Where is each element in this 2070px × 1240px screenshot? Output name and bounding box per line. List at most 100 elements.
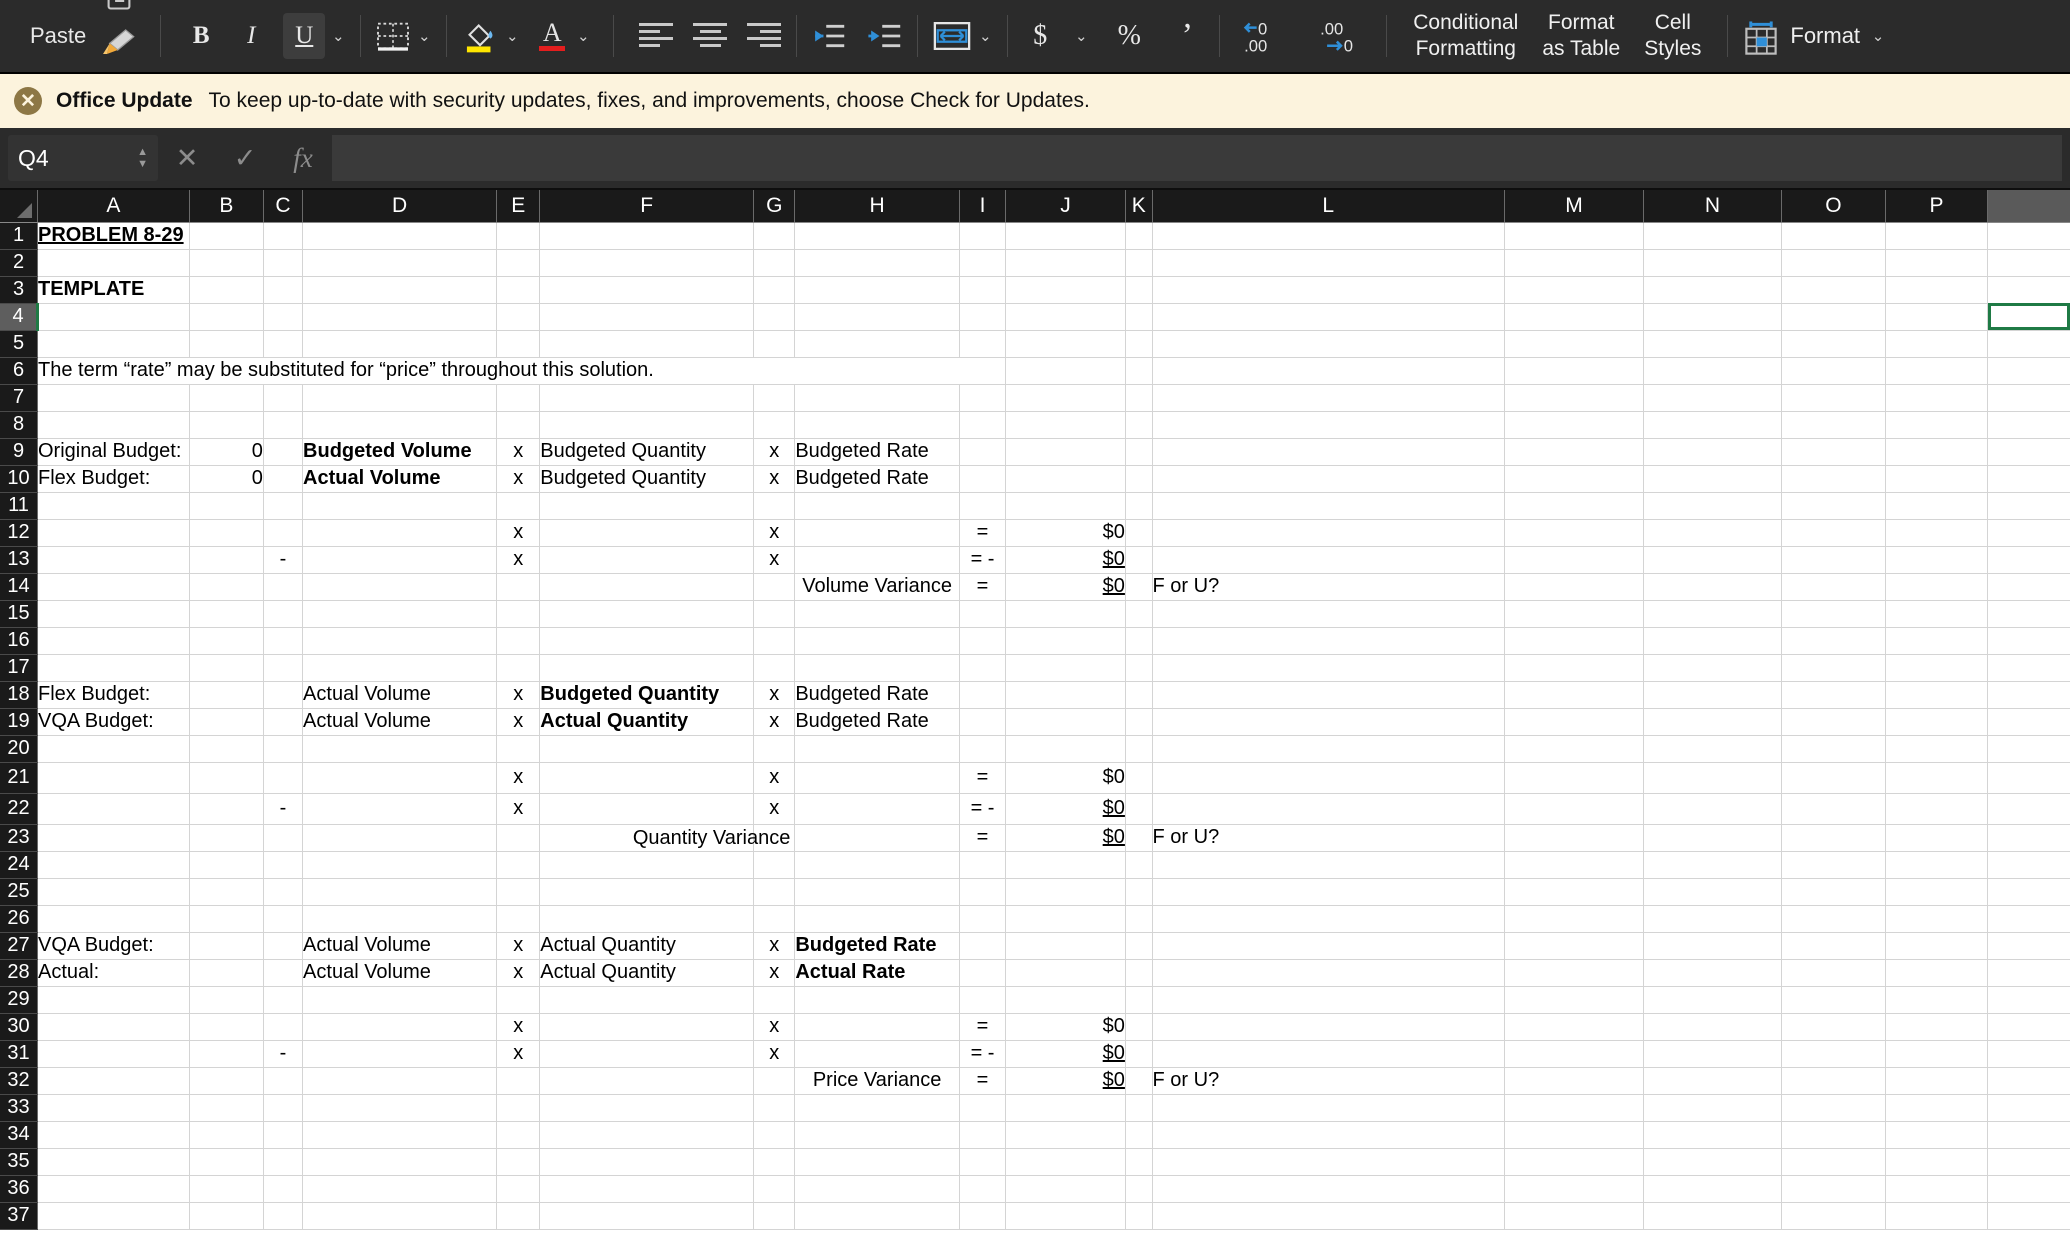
cell-D26[interactable] [302,905,498,933]
cell-B32[interactable] [189,1067,264,1095]
cell-H12[interactable] [794,519,960,547]
cell-L11[interactable] [1152,492,1506,520]
row-header-1[interactable]: 1 [0,222,38,250]
cell-F37[interactable] [539,1202,755,1230]
wrap-text-icon[interactable] [932,13,972,59]
cell-F30[interactable] [539,1013,755,1041]
cell-H25[interactable] [794,878,960,906]
cell-L17[interactable] [1152,654,1506,682]
cell-L26[interactable] [1152,905,1506,933]
row-header-28[interactable]: 28 [0,959,38,987]
cell-E15[interactable] [496,600,541,628]
cell-O11[interactable] [1781,492,1887,520]
cell-E28[interactable]: x [496,959,541,987]
spreadsheet-grid[interactable]: ABCDEFGHIJKLMNOP 1 PROBLEM 8-29 2 3 TEMPLATE… [0,190,2070,1240]
cell-E33[interactable] [496,1094,541,1122]
column-header-A[interactable]: A [37,190,190,223]
cell-D28[interactable]: Actual Volume [302,959,498,987]
cell-M26[interactable] [1504,905,1644,933]
row-header-31[interactable]: 31 [0,1040,38,1068]
cell-I25[interactable] [959,878,1007,906]
cell-Q1[interactable] [1987,222,2070,250]
cell-A7[interactable] [37,384,190,412]
cell-L16[interactable] [1152,627,1506,655]
cell-D30[interactable] [302,1013,498,1041]
column-header-F[interactable]: F [539,190,755,223]
cell-O35[interactable] [1781,1148,1887,1176]
cell-Q30[interactable] [1987,1013,2070,1041]
cell-E25[interactable] [496,878,541,906]
row-header-33[interactable]: 33 [0,1094,38,1122]
cell-F36[interactable] [539,1175,755,1203]
cell-M23[interactable] [1504,824,1644,852]
row-header-11[interactable]: 11 [0,492,38,520]
cell-O18[interactable] [1781,681,1887,709]
cell-N37[interactable] [1643,1202,1782,1230]
cell-C22[interactable]: - [263,793,304,825]
chevron-down-icon[interactable]: ▼ [137,158,148,169]
row-header-23[interactable]: 23 [0,824,38,852]
cell-J11[interactable] [1005,492,1126,520]
cell-M21[interactable] [1504,762,1644,794]
cell-E3[interactable] [496,276,541,304]
cell-J26[interactable] [1005,905,1126,933]
cell-P19[interactable] [1885,708,1989,736]
cell-O27[interactable] [1781,932,1887,960]
row-header-36[interactable]: 36 [0,1175,38,1203]
cell-C13[interactable]: - [263,546,304,574]
cell-D17[interactable] [302,654,498,682]
cell-G24[interactable] [753,851,796,879]
cell-L1[interactable] [1152,222,1506,250]
insert-function-icon[interactable]: fx [274,135,332,181]
column-header-O[interactable]: O [1781,190,1887,223]
cell-G27[interactable]: x [753,932,796,960]
cell-L23[interactable]: F or U? [1152,824,1506,852]
cell-G11[interactable] [753,492,796,520]
cell-K10[interactable] [1125,465,1153,493]
cell-A26[interactable] [37,905,190,933]
cell-D36[interactable] [302,1175,498,1203]
cell-J9[interactable] [1005,438,1126,466]
cell-K26[interactable] [1125,905,1153,933]
cell-P11[interactable] [1885,492,1989,520]
cell-B10[interactable]: 0 [189,465,264,493]
font-color-chevron-down-icon[interactable]: ⌄ [575,27,591,45]
cell-F25[interactable] [539,878,755,906]
cell-F17[interactable] [539,654,755,682]
cell-N24[interactable] [1643,851,1782,879]
cell-M36[interactable] [1504,1175,1644,1203]
cell-F20[interactable] [539,735,755,763]
cell-D22[interactable] [302,793,498,825]
align-left-icon[interactable] [638,13,674,59]
cell-L30[interactable] [1152,1013,1506,1041]
cell-K32[interactable] [1125,1067,1153,1095]
cell-B33[interactable] [189,1094,264,1122]
cell-K5[interactable] [1125,330,1153,358]
cell-I32[interactable]: = [959,1067,1007,1095]
cell-F32[interactable] [539,1067,755,1095]
cell-L29[interactable] [1152,986,1506,1014]
cell-F1[interactable] [539,222,755,250]
cell-K24[interactable] [1125,851,1153,879]
cell-E35[interactable] [496,1148,541,1176]
cell-D31[interactable] [302,1040,498,1068]
cell-Q23[interactable] [1987,824,2070,852]
cell-I15[interactable] [959,600,1007,628]
cell-E22[interactable]: x [496,793,541,825]
cell-I33[interactable] [959,1094,1007,1122]
cell-I34[interactable] [959,1121,1007,1149]
cell-M27[interactable] [1504,932,1644,960]
row-header-30[interactable]: 30 [0,1013,38,1041]
cell-E30[interactable]: x [496,1013,541,1041]
cell-M19[interactable] [1504,708,1644,736]
cell-L13[interactable] [1152,546,1506,574]
cell-E8[interactable] [496,411,541,439]
cell-I7[interactable] [959,384,1007,412]
row-header-35[interactable]: 35 [0,1148,38,1176]
cell-I30[interactable]: = [959,1013,1007,1041]
increase-indent-icon[interactable] [867,13,903,59]
format-as-table-button[interactable]: Format as Table [1530,10,1632,62]
cell-K11[interactable] [1125,492,1153,520]
cell-M16[interactable] [1504,627,1644,655]
cell-J23[interactable]: $0 [1005,824,1126,852]
